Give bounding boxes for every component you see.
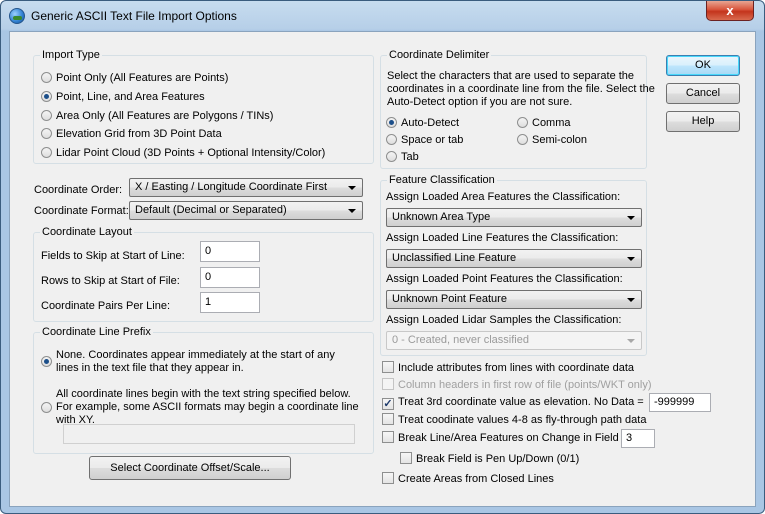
dropdown-arrow-icon xyxy=(627,339,635,343)
radio-checked-icon xyxy=(386,117,397,128)
coordinate-format-label: Coordinate Format: xyxy=(34,205,129,217)
pen-up-down-checkbox[interactable]: Break Field is Pen Up/Down (0/1) xyxy=(400,452,579,467)
checkbox-icon xyxy=(382,431,394,443)
feature-classification-label: Feature Classification xyxy=(387,174,497,186)
point-class-select[interactable]: Unknown Point Feature xyxy=(386,290,642,309)
break-field-input[interactable]: 3 xyxy=(621,429,655,448)
import-type-point-line-area-radio[interactable]: Point, Line, and Area Features xyxy=(41,90,205,105)
import-type-area-only-radio[interactable]: Area Only (All Features are Polygons / T… xyxy=(41,109,273,124)
prefix-string-input[interactable] xyxy=(63,424,355,444)
radio-icon xyxy=(386,134,397,145)
checkbox-icon xyxy=(382,472,394,484)
radio-icon xyxy=(41,128,52,139)
delimiter-comma-radio[interactable]: Comma xyxy=(517,116,571,131)
line-class-label: Assign Loaded Line Features the Classifi… xyxy=(386,232,619,244)
radio-icon xyxy=(41,402,52,413)
create-areas-checkbox[interactable]: Create Areas from Closed Lines xyxy=(382,472,554,487)
radio-icon xyxy=(41,147,52,158)
help-button[interactable]: Help xyxy=(666,111,740,132)
pairs-per-line-input[interactable]: 1 xyxy=(200,292,260,313)
delimiter-space-tab-radio[interactable]: Space or tab xyxy=(386,133,463,148)
globe-icon xyxy=(9,8,25,24)
select-offset-scale-button[interactable]: Select Coordinate Offset/Scale... xyxy=(89,456,291,480)
dialog-client-area: Import Type Point Only (All Features are… xyxy=(9,31,756,507)
delimiter-auto-detect-radio[interactable]: Auto-Detect xyxy=(386,116,459,131)
coordinate-delimiter-label: Coordinate Delimiter xyxy=(387,49,492,61)
radio-icon xyxy=(517,117,528,128)
coordinate-format-select[interactable]: Default (Decimal or Separated) xyxy=(129,201,363,220)
fields-skip-label: Fields to Skip at Start of Line: xyxy=(41,250,185,262)
fly-through-checkbox[interactable]: Treat coodinate values 4-8 as fly-throug… xyxy=(382,413,646,428)
import-type-point-only-radio[interactable]: Point Only (All Features are Points) xyxy=(41,71,228,86)
checkbox-icon xyxy=(400,452,412,464)
checkbox-icon xyxy=(382,378,394,390)
include-attributes-checkbox[interactable]: Include attributes from lines with coord… xyxy=(382,361,634,376)
rows-skip-input[interactable]: 0 xyxy=(200,267,260,288)
feature-classification-group: Feature Classification xyxy=(380,174,647,356)
rows-skip-label: Rows to Skip at Start of File: xyxy=(41,275,180,287)
coordinate-layout-label: Coordinate Layout xyxy=(40,226,134,238)
pairs-per-line-label: Coordinate Pairs Per Line: xyxy=(41,300,171,312)
column-headers-checkbox[interactable]: Column headers in first row of file (poi… xyxy=(382,378,652,393)
checkbox-icon xyxy=(382,413,394,425)
window-title: Generic ASCII Text File Import Options xyxy=(31,9,237,23)
checkbox-icon xyxy=(382,361,394,373)
close-button[interactable]: x xyxy=(706,1,754,21)
treat-3rd-elevation-checkbox[interactable]: ✓ Treat 3rd coordinate value as elevation… xyxy=(382,395,644,410)
dropdown-arrow-icon xyxy=(348,186,356,190)
lidar-class-label: Assign Loaded Lidar Samples the Classifi… xyxy=(386,314,622,326)
import-type-lidar-radio[interactable]: Lidar Point Cloud (3D Points + Optional … xyxy=(41,146,325,161)
radio-checked-icon xyxy=(41,91,52,102)
area-class-select[interactable]: Unknown Area Type xyxy=(386,208,642,227)
coordinate-prefix-label: Coordinate Line Prefix xyxy=(40,326,153,338)
title-bar[interactable]: Generic ASCII Text File Import Options x xyxy=(1,1,764,31)
cancel-button[interactable]: Cancel xyxy=(666,83,740,104)
delimiter-semicolon-radio[interactable]: Semi-colon xyxy=(517,133,587,148)
import-type-elevation-grid-radio[interactable]: Elevation Grid from 3D Point Data xyxy=(41,127,222,142)
dropdown-arrow-icon xyxy=(348,209,356,213)
lidar-class-select[interactable]: 0 - Created, never classified xyxy=(386,331,642,350)
fields-skip-input[interactable]: 0 xyxy=(200,241,260,262)
radio-icon xyxy=(41,72,52,83)
dropdown-arrow-icon xyxy=(627,257,635,261)
ok-button[interactable]: OK xyxy=(666,55,740,76)
coordinate-order-label: Coordinate Order: xyxy=(34,184,123,196)
import-type-label: Import Type xyxy=(40,49,102,61)
point-class-label: Assign Loaded Point Features the Classif… xyxy=(386,273,623,285)
area-class-label: Assign Loaded Area Features the Classifi… xyxy=(386,191,621,203)
dropdown-arrow-icon xyxy=(627,298,635,302)
coordinate-order-select[interactable]: X / Easting / Longitude Coordinate First xyxy=(129,178,363,197)
line-class-select[interactable]: Unclassified Line Feature xyxy=(386,249,642,268)
delimiter-description: Select the characters that are used to s… xyxy=(387,70,655,108)
radio-icon xyxy=(517,134,528,145)
delimiter-tab-radio[interactable]: Tab xyxy=(386,150,419,165)
checkmark-icon: ✓ xyxy=(382,398,394,410)
dialog-window: Generic ASCII Text File Import Options x… xyxy=(0,0,765,514)
no-data-value-input[interactable]: -999999 xyxy=(649,393,711,412)
radio-checked-icon xyxy=(41,356,52,367)
break-line-checkbox[interactable]: Break Line/Area Features on Change in Fi… xyxy=(382,431,619,446)
radio-icon xyxy=(386,151,397,162)
radio-icon xyxy=(41,110,52,121)
dropdown-arrow-icon xyxy=(627,216,635,220)
